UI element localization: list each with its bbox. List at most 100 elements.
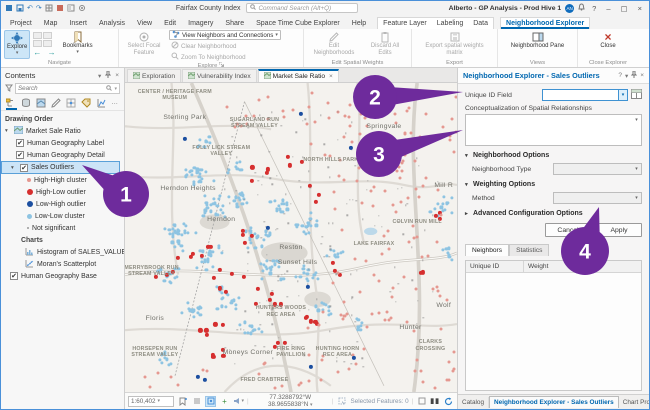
unique-id-field-combo[interactable]: ▾ [542,89,628,101]
list-by-snapping-icon[interactable] [66,97,77,108]
view-neighbors-dropdown[interactable]: View Neighbors and Connections ▾ [169,30,281,40]
neighborhood-type-combo[interactable]: ▾ [553,163,642,175]
column-header-unique-id[interactable]: Unique ID [466,261,524,272]
list-by-selection-icon[interactable] [36,97,47,108]
refresh-icon[interactable] [443,396,454,407]
edit-neighborhoods-button[interactable]: Edit Neighborhoods [308,30,360,59]
map-canvas[interactable]: CENTER / HERITAGE FARM MUSEUMSterling Pa… [125,83,457,392]
table-icon[interactable] [45,4,53,12]
minimize-button[interactable]: – [603,4,613,13]
tab-data[interactable]: Data [468,18,493,29]
locate-icon[interactable] [78,4,86,12]
bookmarks-button[interactable]: Bookmarks ▾ [61,30,95,59]
undo-icon[interactable]: ↶ [27,4,33,12]
list-by-charts-icon[interactable] [96,97,107,108]
tab-labeling[interactable]: Labeling [432,18,468,29]
new-bookmark-icon[interactable] [177,396,188,407]
selected-features-count[interactable]: Selected Features: 0 [351,398,409,405]
tab-view[interactable]: View [132,18,157,29]
explore-button[interactable]: Explore ▾ [4,30,30,59]
contents-search-input[interactable] [18,85,104,92]
list-by-labeling-icon[interactable] [81,97,92,108]
checkbox-checked[interactable]: ✔ [20,164,28,172]
avatar[interactable]: AN [565,4,574,13]
tab-neighborhood-explorer[interactable]: Neighborhood Explorer [501,18,589,29]
tab-statistics[interactable]: Statistics [509,244,549,256]
search-options-chevron-icon[interactable]: ▾ [114,86,117,92]
zoom-to-neighborhood-button[interactable]: Zoom To Neighborhood [169,52,281,62]
tab-catalog[interactable]: Catalog [458,397,489,408]
method-combo[interactable]: ▾ [553,192,642,204]
checkbox-checked[interactable]: ✔ [16,151,24,159]
tab-insert[interactable]: Insert [64,18,92,29]
neighborhood-pane-button[interactable]: Neighborhood Pane [507,30,569,59]
tab-share[interactable]: Share [220,18,249,29]
list-by-data-source-icon[interactable] [21,97,32,108]
tab-space-time-cube-explorer[interactable]: Space Time Cube Explorer [251,18,345,29]
fields-table-icon[interactable] [631,89,642,101]
tab-neighborhood-explorer-pane[interactable]: Neighborhood Explorer - Sales Outliers [489,396,619,408]
snapping-toggle-icon[interactable] [205,396,216,407]
clear-neighborhood-button[interactable]: Clear Neighborhood [169,41,281,51]
pause-drawing-icon[interactable]: ▮▮ [430,397,440,405]
chart-morans-scatterplot-item[interactable]: Moran's Scatterplot [1,258,124,270]
layer-human-geography-detail[interactable]: ✔ Human Geography Detail [1,149,124,161]
layer-human-geography-base[interactable]: ✔ Human Geography Base [1,270,124,282]
column-header-weight[interactable]: Weight [524,261,576,272]
maximize-button[interactable]: ▢ [618,4,631,13]
collapse-icon[interactable]: ▾ [11,165,17,171]
tab-imagery[interactable]: Imagery [183,18,218,29]
view-tab-exploration[interactable]: Exploration [127,69,181,82]
conceptualization-combo[interactable]: ▾ [465,114,642,146]
pane-menu-chevron-icon[interactable]: ▾ [97,72,102,80]
close-view-icon[interactable]: × [329,73,333,80]
save-icon[interactable] [16,4,24,12]
overview-icon[interactable] [191,396,202,407]
help-icon[interactable]: ? [618,72,622,79]
pane-menu-chevron-icon[interactable]: ▾ [625,72,628,80]
basemap-icon[interactable] [56,4,64,12]
help-icon[interactable]: ? [589,4,599,13]
pin-icon[interactable] [104,71,112,80]
weighting-options-section[interactable]: ▾ Weighting Options [465,181,642,188]
pin-icon[interactable] [631,71,637,80]
close-window-button[interactable]: × [635,4,645,13]
apply-button[interactable]: Apply [596,223,642,237]
map-node[interactable]: ▾ Market Sale Ratio [1,125,124,137]
advanced-configuration-section[interactable]: ▸ Advanced Configuration Options [465,210,642,217]
chart-histogram-item[interactable]: Histogram of SALES_VALUE [1,246,124,258]
layer-human-geography-label[interactable]: ✔ Human Geography Label [1,137,124,149]
contents-search-box[interactable]: ▾ [15,83,120,94]
notifications-bell-icon[interactable] [578,3,585,13]
layer-sales-outliers[interactable]: ▾ ✔ Sales Outliers [1,161,120,174]
tab-analysis[interactable]: Analysis [94,18,130,29]
extent-buttons[interactable] [33,32,57,47]
checkbox-checked[interactable]: ✔ [10,272,18,280]
redo-icon[interactable]: ↷ [36,4,42,12]
close-explorer-button[interactable]: × Close [590,30,626,59]
command-search-input[interactable] [258,5,354,12]
discard-all-edits-button[interactable]: Discard All Edits [363,30,407,59]
attributes-window-icon[interactable] [416,396,427,407]
view-tab-market-sale-ratio[interactable]: Market Sale Ratio × [258,69,339,82]
map-scale-combo[interactable]: 1:60,402 ▾ [128,396,174,407]
tab-feature-layer[interactable]: Feature Layer [378,18,432,29]
neighborhood-options-section[interactable]: ▾ Neighborhood Options [465,152,642,159]
checkbox-checked[interactable]: ✔ [16,139,24,147]
select-focal-feature-button[interactable]: Select Focal Feature [122,30,166,62]
view-tab-vulnerability-index[interactable]: Vulnerability Index [182,69,257,82]
tab-chart-properties[interactable]: Chart Properties [619,397,650,408]
tab-neighbors[interactable]: Neighbors [465,244,509,256]
collapse-icon[interactable]: ▾ [5,128,11,134]
export-spatial-weights-button[interactable]: Export spatial weights matrix [422,30,488,59]
cancel-button[interactable]: Cancel [545,223,591,237]
list-by-drawing-order-icon[interactable] [6,97,17,108]
tab-map[interactable]: Map [39,18,63,29]
layout-icon[interactable] [67,4,75,12]
close-pane-icon[interactable]: × [640,72,644,79]
prev-next-extent-buttons[interactable]: ← → [33,48,57,57]
tab-project[interactable]: Project [5,18,37,29]
list-by-editing-icon[interactable] [51,97,62,108]
close-pane-icon[interactable]: × [114,72,120,79]
tab-help[interactable]: Help [347,18,371,29]
